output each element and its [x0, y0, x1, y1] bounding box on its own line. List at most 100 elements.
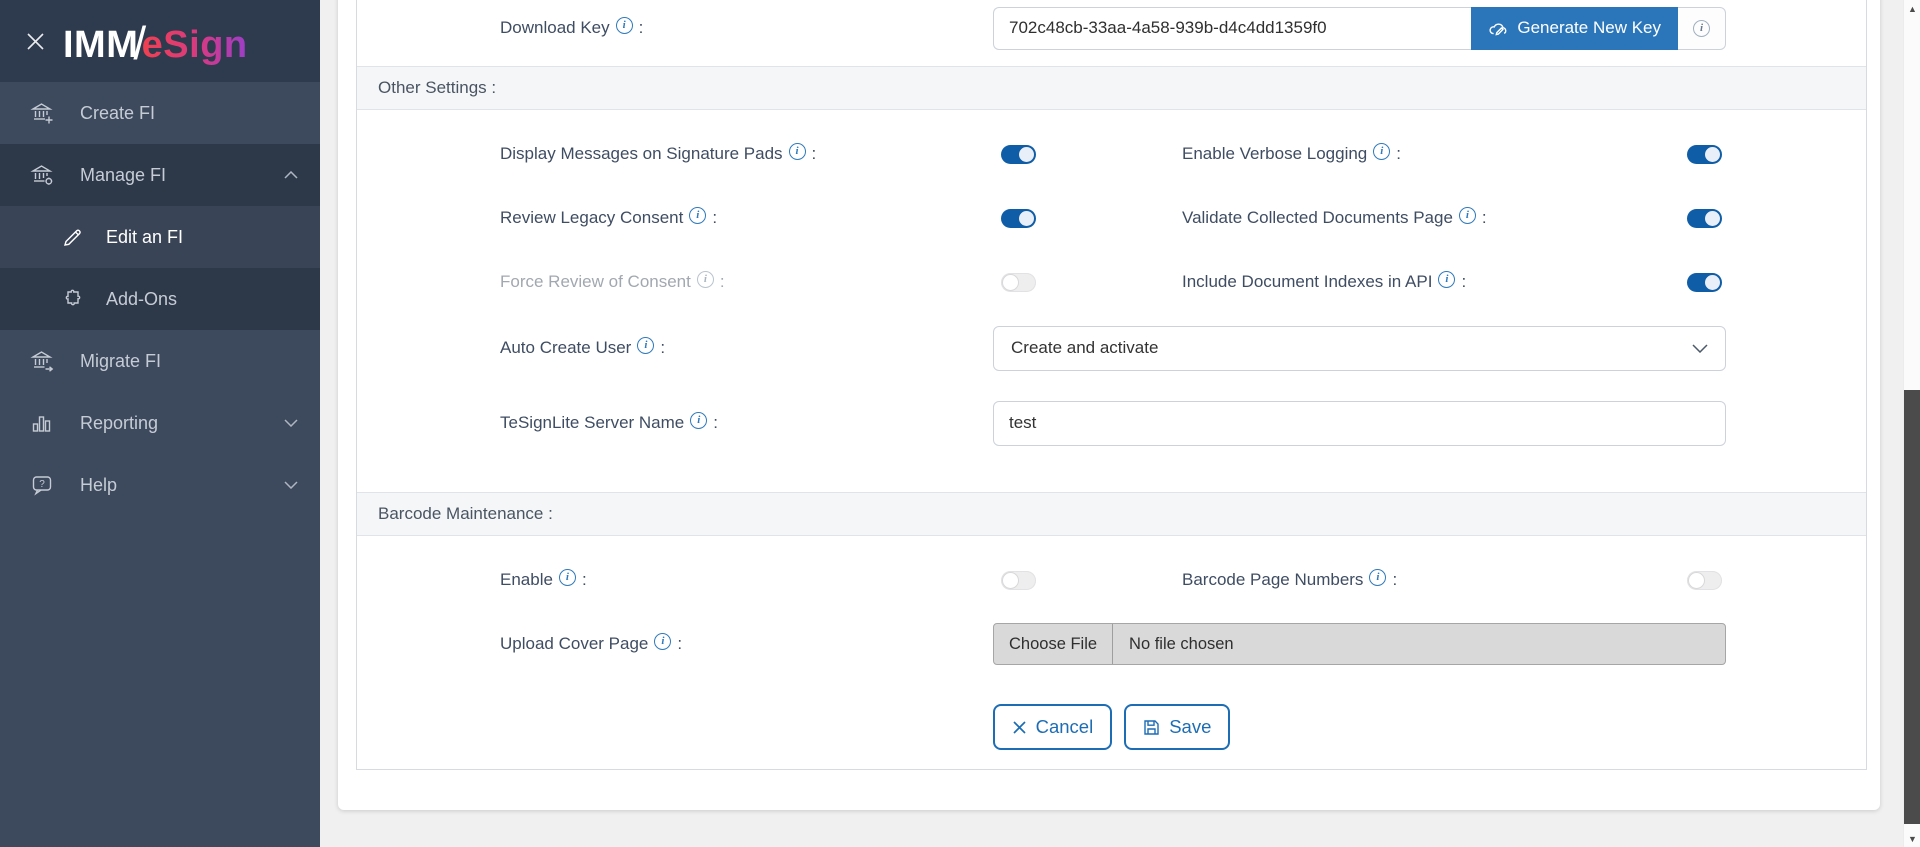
section-header-other-settings: Other Settings :	[357, 66, 1866, 110]
auto-create-user-select[interactable]: Create and activate	[993, 326, 1726, 371]
info-icon[interactable]	[637, 337, 654, 354]
form-row: Enable: Barcode Page Numbers:	[357, 548, 1866, 612]
validate-collected-documents-label: Validate Collected Documents Page:	[1182, 208, 1687, 228]
form-row: Review Legacy Consent: Validate Collecte…	[357, 186, 1866, 250]
barcode-page-numbers-toggle	[1687, 571, 1722, 590]
settings-form-panel: Download Key :	[356, 0, 1867, 770]
close-sidebar-icon[interactable]	[26, 32, 45, 51]
chevron-down-icon	[1692, 344, 1708, 353]
sidebar-item-label: Migrate FI	[80, 351, 161, 372]
form-row: Force Review of Consent: Include Documen…	[357, 250, 1866, 314]
bank-gear-icon	[28, 163, 56, 188]
chevron-down-icon	[284, 419, 298, 427]
sidebar-item-edit-an-fi[interactable]: Edit an FI	[0, 206, 320, 268]
floppy-disk-icon	[1143, 719, 1160, 736]
info-icon[interactable]	[616, 17, 633, 34]
help-bubble-icon: ?	[28, 473, 56, 497]
main-content: Download Key :	[320, 0, 1920, 847]
display-messages-toggle[interactable]	[1001, 145, 1036, 164]
verbose-logging-label: Enable Verbose Logging:	[1182, 144, 1687, 164]
barcode-maintenance-rows: Enable: Barcode Page Numbers: Upload Cov…	[357, 536, 1866, 750]
sidebar-item-label: Help	[80, 475, 117, 496]
info-icon[interactable]	[1369, 569, 1386, 586]
force-review-consent-label: Force Review of Consent:	[357, 272, 993, 292]
sidebar-item-label: Add-Ons	[106, 289, 177, 310]
pencil-icon	[58, 226, 86, 249]
bank-plus-icon	[28, 101, 56, 126]
sidebar-item-add-ons[interactable]: Add-Ons	[0, 268, 320, 330]
info-icon[interactable]	[1693, 20, 1710, 37]
info-icon[interactable]	[654, 633, 671, 650]
info-icon[interactable]	[1373, 143, 1390, 160]
sidebar-item-label: Reporting	[80, 413, 158, 434]
display-messages-label: Display Messages on Signature Pads:	[357, 144, 993, 164]
barcode-enable-toggle[interactable]	[1001, 571, 1036, 590]
form-row: Upload Cover Page: Choose File No file c…	[357, 612, 1866, 676]
sidebar-item-migrate-fi[interactable]: Migrate FI	[0, 330, 320, 392]
info-icon[interactable]	[1459, 207, 1476, 224]
auto-create-user-label: Auto Create User:	[357, 338, 993, 358]
barcode-enable-label: Enable:	[357, 570, 993, 590]
sidebar-item-manage-fi[interactable]: Manage FI	[0, 144, 320, 206]
app-window: IMM/eSign Create FI Manage FI	[0, 0, 1920, 847]
sidebar-item-label: Edit an FI	[106, 227, 183, 248]
force-review-consent-toggle	[1001, 273, 1036, 292]
bank-arrow-icon	[28, 349, 56, 374]
choose-file-button[interactable]: Choose File	[994, 624, 1113, 664]
form-actions: Cancel Save	[357, 704, 1866, 750]
svg-text:?: ?	[39, 479, 45, 490]
scrollbar-thumb[interactable]	[1904, 390, 1920, 824]
bar-chart-icon	[28, 411, 56, 435]
form-row: Display Messages on Signature Pads: Enab…	[357, 122, 1866, 186]
download-key-row: Download Key :	[357, 0, 1866, 66]
upload-cover-page-file-input[interactable]: Choose File No file chosen	[993, 623, 1726, 665]
review-legacy-consent-toggle[interactable]	[1001, 209, 1036, 228]
review-legacy-consent-label: Review Legacy Consent:	[357, 208, 993, 228]
puzzle-icon	[58, 287, 86, 311]
brand-logo: IMM/eSign	[63, 14, 248, 68]
sidebar-item-label: Create FI	[80, 103, 155, 124]
chevron-down-icon	[284, 481, 298, 489]
section-header-barcode-maintenance: Barcode Maintenance :	[357, 492, 1866, 536]
generate-key-info-segment	[1678, 7, 1726, 50]
include-document-indexes-label: Include Document Indexes in API:	[1182, 272, 1687, 292]
content-card: Download Key :	[338, 0, 1880, 810]
info-icon[interactable]	[697, 271, 714, 288]
sidebar-item-create-fi[interactable]: Create FI	[0, 82, 320, 144]
sidebar-header: IMM/eSign	[0, 0, 320, 82]
barcode-page-numbers-label: Barcode Page Numbers:	[1182, 570, 1687, 590]
scroll-down-arrow[interactable]: ▼	[1904, 834, 1920, 844]
info-icon[interactable]	[690, 412, 707, 429]
chevron-up-icon	[284, 171, 298, 179]
info-icon[interactable]	[789, 143, 806, 160]
other-settings-rows: Display Messages on Signature Pads: Enab…	[357, 110, 1866, 492]
brand-esign: eSign	[142, 24, 248, 66]
tesignlite-server-name-input[interactable]	[993, 401, 1726, 446]
save-button[interactable]: Save	[1124, 704, 1230, 750]
download-key-input[interactable]	[993, 7, 1471, 50]
generate-new-key-button[interactable]: Generate New Key	[1471, 7, 1678, 50]
download-key-label: Download Key :	[357, 18, 993, 38]
brand-imm: IMM	[63, 24, 138, 66]
sidebar-item-reporting[interactable]: Reporting	[0, 392, 320, 454]
cancel-button[interactable]: Cancel	[993, 704, 1113, 750]
x-icon	[1012, 720, 1027, 735]
info-icon[interactable]	[689, 207, 706, 224]
form-row: Auto Create User: Create and activate	[357, 314, 1866, 382]
info-icon[interactable]	[559, 569, 576, 586]
upload-cover-page-label: Upload Cover Page:	[357, 634, 993, 654]
download-key-group: Generate New Key	[993, 7, 1726, 50]
sidebar-item-help[interactable]: ? Help	[0, 454, 320, 516]
sidebar-item-label: Manage FI	[80, 165, 166, 186]
validate-collected-documents-toggle[interactable]	[1687, 209, 1722, 228]
brand-slash: /	[133, 17, 146, 69]
file-chosen-status: No file chosen	[1113, 635, 1250, 654]
info-icon[interactable]	[1438, 271, 1455, 288]
include-document-indexes-toggle[interactable]	[1687, 273, 1722, 292]
form-row: TeSignLite Server Name:	[357, 382, 1866, 464]
cloud-edit-icon	[1488, 21, 1508, 36]
verbose-logging-toggle[interactable]	[1687, 145, 1722, 164]
tesignlite-server-name-label: TeSignLite Server Name:	[357, 413, 993, 433]
vertical-scrollbar[interactable]: ▲ ▼	[1903, 0, 1920, 847]
scroll-up-arrow[interactable]: ▲	[1904, 4, 1920, 14]
